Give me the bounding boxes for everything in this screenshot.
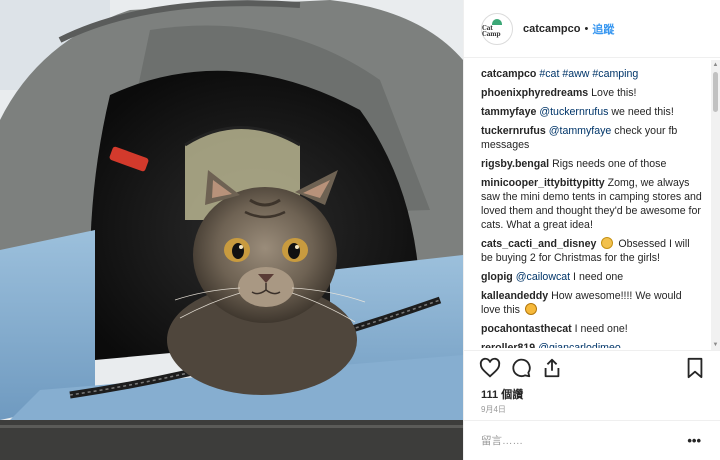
comment-text: I need one — [570, 271, 624, 283]
comment-row: cats_cacti_and_disney Obsessed I will be… — [481, 237, 702, 265]
comment-text: Rigs needs one of those — [552, 158, 667, 170]
raised-hands-emoji-icon — [601, 237, 614, 249]
follow-button[interactable]: 追蹤 — [592, 21, 614, 37]
share-icon[interactable] — [541, 357, 563, 379]
comment-row: glopig @cailowcat I need one — [481, 270, 702, 284]
comment-username[interactable]: tammyfaye — [481, 106, 536, 118]
comment-username[interactable]: reroller819 — [481, 342, 535, 348]
comment-input[interactable] — [481, 433, 671, 449]
comment-box: ••• — [464, 420, 720, 460]
comment-text: we need this! — [608, 106, 674, 118]
scroll-down-arrow-icon[interactable]: ▼ — [711, 340, 720, 350]
comment-row: pocahontasthecat I need one! — [481, 322, 702, 336]
heart-icon[interactable] — [479, 357, 501, 379]
comment-row: rigsby.bengal Rigs needs one of those — [481, 157, 702, 171]
avatar-logo-text: Cat Camp — [482, 25, 501, 38]
post-photo[interactable] — [0, 0, 463, 460]
comment-row: tammyfaye @tuckernrufus we need this! — [481, 105, 702, 119]
likes-count[interactable]: 111 個讚 — [481, 386, 523, 402]
author-username[interactable]: catcampco — [523, 23, 580, 35]
post-panel: Cat Camp catcampco • 追蹤 catcampco #cat #a… — [463, 0, 720, 460]
action-bar — [464, 350, 720, 384]
comment-username[interactable]: rigsby.bengal — [481, 158, 549, 170]
comment-icon[interactable] — [510, 357, 532, 379]
post-header: Cat Camp catcampco • 追蹤 — [464, 0, 720, 58]
tent-logo-icon — [492, 19, 502, 25]
comment-row: kalleandeddy How awesome!!!! We would lov… — [481, 289, 702, 317]
mention-link[interactable]: @tammyfaye — [549, 125, 612, 137]
comment-username[interactable]: phoenixphyredreams — [481, 87, 588, 99]
avatar[interactable]: Cat Camp — [481, 12, 513, 45]
comment-username[interactable]: catcampco — [481, 68, 536, 80]
caption: catcampco #cat #aww #camping — [481, 67, 702, 81]
hashtag-link[interactable]: #aww — [562, 68, 589, 80]
comment-text: Love this! — [591, 87, 637, 99]
more-options-icon[interactable]: ••• — [687, 434, 701, 448]
bookmark-icon[interactable] — [684, 357, 706, 379]
comment-row: phoenixphyredreams Love this! — [481, 86, 702, 100]
comment-text: I need one! — [574, 323, 628, 335]
header-separator: • — [584, 22, 589, 35]
comment-row: tuckernrufus @tammyfaye check your fb mes… — [481, 124, 702, 152]
comment-username[interactable]: pocahontasthecat — [481, 323, 572, 335]
mention-link[interactable]: @giancarlodimeo — [538, 342, 621, 348]
comment-row: reroller819 @giancarlodimeo — [481, 341, 702, 348]
cat-emoji-icon — [524, 303, 537, 315]
scroll-up-arrow-icon[interactable]: ▲ — [711, 60, 720, 70]
comments-list[interactable]: catcampco #cat #aww #camping phoenixphyred… — [464, 62, 712, 348]
cat-in-tent-image — [0, 0, 463, 460]
comments-scrollbar[interactable]: ▲ ▼ — [711, 60, 720, 350]
comment-username[interactable]: minicooper_ittybittypitty — [481, 177, 605, 189]
hashtag-link[interactable]: #camping — [592, 68, 638, 80]
mention-link[interactable]: @tuckernrufus — [539, 106, 608, 118]
comment-username[interactable]: glopig — [481, 271, 513, 283]
hashtag-link[interactable]: #cat — [539, 68, 559, 80]
comment-username[interactable]: kalleandeddy — [481, 290, 548, 302]
comment-username[interactable]: tuckernrufus — [481, 125, 546, 137]
comment-row: minicooper_ittybittypitty Zomg, we always… — [481, 176, 702, 232]
comment-username[interactable]: cats_cacti_and_disney — [481, 238, 596, 250]
scroll-thumb[interactable] — [713, 72, 718, 112]
mention-link[interactable]: @cailowcat — [516, 271, 570, 283]
post-date[interactable]: 9月4日 — [481, 404, 506, 415]
